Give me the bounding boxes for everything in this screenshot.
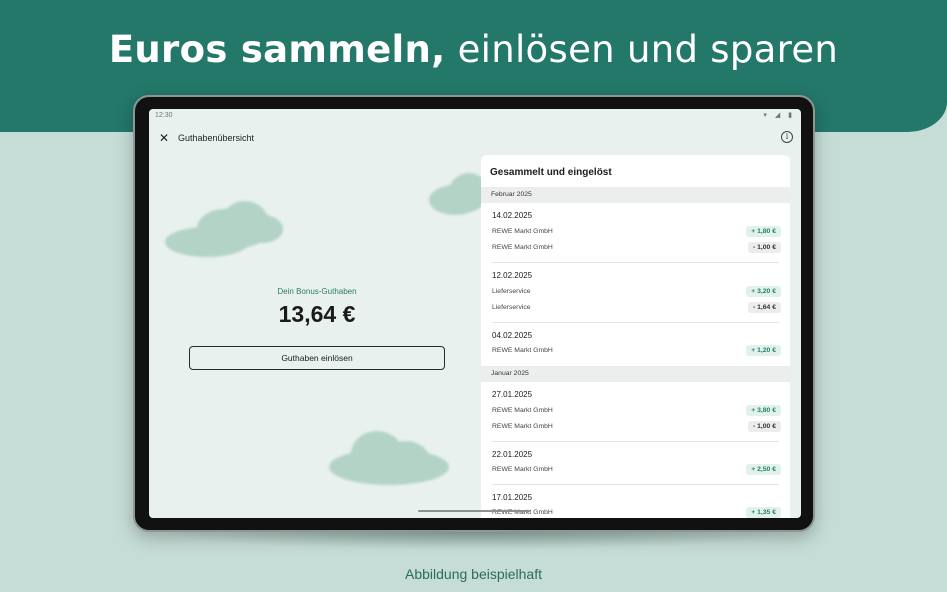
footnote: Abbildung beispielhaft (405, 566, 542, 582)
cloud-illustration-bottom (329, 427, 454, 487)
headline: Euros sammeln, einlösen und sparen (0, 28, 947, 71)
amount-badge: + 1,35 € (746, 507, 781, 518)
status-time: 12:30 (155, 112, 173, 119)
entry-date: 04.02.2025 (492, 331, 533, 340)
redeem-button[interactable]: Guthaben einlösen (189, 346, 445, 370)
amount-badge: - 1,00 € (747, 421, 781, 432)
amount-badge: + 2,50 € (746, 464, 781, 475)
entry-label: REWE Markt GmbH (492, 228, 553, 235)
divider (492, 262, 779, 263)
entry-label: REWE Markt GmbH (492, 244, 553, 251)
entry-date: 27.01.2025 (492, 390, 533, 399)
close-icon[interactable]: ✕ (157, 131, 171, 145)
amount-badge: + 3,80 € (746, 405, 781, 416)
page-title: Guthabenübersicht (178, 133, 255, 143)
entry-date: 14.02.2025 (492, 211, 533, 220)
cloud-illustration-top (429, 173, 489, 217)
app-screen: 12:30 ▾ ◢ ▮ ✕ Guthabenübersicht i Dein B… (149, 109, 801, 518)
status-icons: ▾ ◢ ▮ (763, 112, 795, 119)
divider (492, 322, 779, 323)
headline-bold: Euros sammeln, (108, 28, 446, 71)
amount-badge: - 1,64 € (747, 302, 781, 313)
home-indicator[interactable] (418, 510, 530, 512)
status-bar: 12:30 ▾ ◢ ▮ (149, 109, 801, 123)
bonus-amount: 13,64 € (278, 301, 356, 327)
app-bar: ✕ Guthabenübersicht i (149, 123, 801, 153)
entry-label: Lieferservice (492, 288, 531, 295)
amount-badge: + 1,80 € (746, 226, 781, 237)
entry-label: REWE Markt GmbH (492, 347, 553, 354)
cloud-illustration-left (165, 201, 285, 259)
entry-date: 12.02.2025 (492, 271, 533, 280)
headline-light: einlösen und sparen (445, 28, 839, 71)
divider (492, 484, 779, 485)
entry-label: Lieferservice (492, 304, 531, 311)
tablet-frame: 12:30 ▾ ◢ ▮ ✕ Guthabenübersicht i Dein B… (133, 95, 815, 532)
bonus-label: Dein Bonus-Guthaben (277, 287, 357, 296)
entry-label: REWE Markt GmbH (492, 407, 553, 414)
month-header: Januar 2025 (481, 366, 790, 382)
divider (492, 441, 779, 442)
amount-badge: + 1,20 € (746, 345, 781, 356)
entry-date: 17.01.2025 (492, 493, 533, 502)
month-header: Februar 2025 (481, 187, 790, 203)
panel-title: Gesammelt und eingelöst (490, 167, 612, 178)
entry-label: REWE Markt GmbH (492, 466, 553, 473)
amount-badge: + 3,20 € (746, 286, 781, 297)
info-icon[interactable]: i (781, 131, 793, 143)
amount-badge: - 1,00 € (747, 242, 781, 253)
entry-date: 22.01.2025 (492, 450, 533, 459)
entry-label: REWE Markt GmbH (492, 423, 553, 430)
history-panel: Gesammelt und eingelöst Februar 2025 14.… (481, 155, 790, 518)
